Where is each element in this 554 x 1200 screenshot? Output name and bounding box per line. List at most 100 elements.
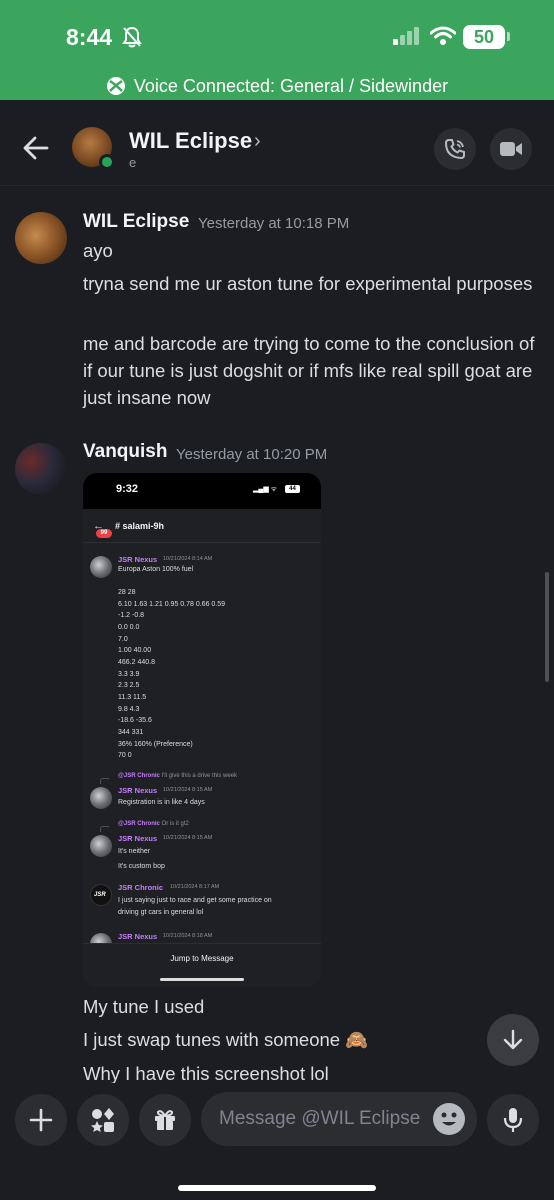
message-composer: Message @WIL Eclipse	[0, 1083, 554, 1200]
reply-text: I'll give this a drive this week	[161, 773, 238, 779]
avatar[interactable]	[15, 443, 67, 495]
attach-button[interactable]	[15, 1094, 67, 1146]
attachment-avatar	[90, 787, 112, 809]
reply-mention: @JSR Chronic	[118, 773, 160, 779]
attachment-reply-preview: @JSR Chronic I'll give this a drive this…	[118, 773, 237, 779]
attachment-signal-icon: ▂▄▆ ᯤ	[253, 486, 278, 493]
tune-line: 11.3 11.5	[118, 694, 147, 701]
smiley-icon	[441, 1112, 457, 1126]
message-text: me and barcode are trying to come to the…	[83, 333, 535, 408]
reply-mention: @JSR Chronic	[118, 821, 160, 827]
tune-line: 344 331	[118, 729, 144, 736]
video-camera-icon	[500, 142, 522, 156]
wifi-icon	[430, 26, 456, 45]
back-arrow-icon[interactable]	[22, 134, 50, 162]
tune-line: 7.0	[118, 636, 128, 643]
attachment-post-text: It's custom bop	[118, 863, 165, 870]
clock: 8:44	[66, 24, 113, 50]
message-text: tryna send me ur aston tune for experime…	[83, 273, 533, 294]
attachment-post-author: JSR Nexus	[118, 786, 158, 795]
attachment-status-bar: 9:32 ▂▄▆ ᯤ 44	[83, 473, 321, 509]
avatar[interactable]	[15, 212, 67, 264]
jump-to-present-button[interactable]	[487, 1014, 539, 1066]
attachment-post-author: JSR Nexus	[118, 932, 158, 941]
reply-text: Or is it gt2	[161, 821, 189, 827]
home-indicator	[178, 1185, 376, 1191]
attachment-clock: 9:32	[116, 483, 139, 495]
tune-line: 9.8 4.3	[118, 706, 140, 713]
cellular-signal-icon	[393, 27, 419, 45]
voice-connected-banner[interactable]: Voice Connected: General / Sidewinder	[0, 76, 554, 97]
voice-message-button[interactable]	[487, 1094, 539, 1146]
video-call-button[interactable]	[490, 128, 532, 170]
reply-connector	[100, 826, 109, 832]
battery-nub	[507, 32, 510, 41]
tune-line: 28 28	[118, 589, 136, 596]
xbox-icon	[106, 76, 125, 95]
attachment-battery: 44	[285, 485, 300, 493]
online-status-dot	[99, 154, 115, 170]
message-text: I just swap tunes with someone 🙈	[83, 1029, 369, 1050]
message-input[interactable]: Message @WIL Eclipse	[201, 1092, 477, 1146]
arrow-down-icon	[503, 1029, 523, 1050]
apps-icon	[91, 1108, 114, 1132]
attachment-post-time: 10/21/2024 8:15 AM	[163, 787, 213, 793]
image-attachment[interactable]: 9:32 ▂▄▆ ᯤ 44 ← 99 # salami-9h JSR Nexus…	[83, 473, 321, 987]
tune-line: 36% 160% (Preference)	[118, 741, 193, 748]
attachment-jump-bar: Jump to Message	[83, 943, 321, 987]
attachment-post-author: JSR Nexus	[118, 834, 158, 843]
bell-slash-icon	[122, 26, 142, 48]
dm-header: WIL Eclipse › e	[0, 100, 554, 186]
scrollbar[interactable]	[545, 572, 549, 682]
attachment-post-author: JSR Chronic	[118, 883, 164, 892]
tune-line: Europa Aston 100% fuel	[118, 566, 194, 573]
attachment-reply-preview: @JSR Chronic Or is it gt2	[118, 821, 189, 827]
attachment-post-time: 10/21/2024 8:17 AM	[170, 884, 220, 890]
custom-status: e	[129, 155, 137, 170]
plus-icon	[29, 1108, 53, 1132]
phone-icon	[444, 139, 465, 160]
message-text: My tune I used	[83, 996, 205, 1017]
gift-button[interactable]	[139, 1094, 191, 1146]
attachment-unread-badge: 99	[96, 529, 112, 538]
emoji-picker-button[interactable]	[433, 1103, 465, 1135]
message-author[interactable]: WIL Eclipse	[83, 211, 189, 233]
attachment-post-time: 10/21/2024 8:18 AM	[163, 933, 213, 939]
message-text: ayo	[83, 240, 113, 261]
dm-recipient-name[interactable]: WIL Eclipse	[129, 128, 252, 154]
attachment-post-time: 10/21/2024 8:14 AM	[163, 556, 213, 562]
message-input-placeholder: Message @WIL Eclipse	[219, 1108, 421, 1129]
attachment-channel-name: # salami-9h	[115, 521, 165, 531]
jump-to-message-label: Jump to Message	[170, 954, 234, 963]
tune-line: -1.2 -0.8	[118, 612, 145, 619]
reply-connector	[100, 778, 109, 784]
battery-indicator: 50	[463, 25, 505, 49]
tune-line: -18.6 -35.6	[118, 717, 152, 724]
chevron-right-icon[interactable]: ›	[254, 130, 261, 153]
message-timestamp: Yesterday at 10:18 PM	[198, 215, 350, 232]
tune-line: 70 0	[118, 752, 132, 759]
tune-line: 6.10 1.63 1.21 0.95 0.78 0.66 0.59	[118, 601, 226, 608]
message-timestamp: Yesterday at 10:20 PM	[176, 446, 328, 463]
attachment-avatar	[90, 884, 112, 906]
attachment-avatar	[90, 835, 112, 857]
microphone-icon	[503, 1108, 523, 1132]
attachment-avatar	[90, 556, 112, 578]
tune-line: 3.3 3.9	[118, 671, 140, 678]
attachment-post-text: Registration is in like 4 days	[118, 799, 205, 806]
attachment-post-text: I just saying just to race and get some …	[118, 897, 272, 916]
attachment-post-time: 10/21/2024 8:15 AM	[163, 835, 213, 841]
attachment-home-indicator	[160, 978, 244, 981]
tune-line: 2.3 2.5	[118, 682, 140, 689]
attachment-channel-header: ← 99 # salami-9h	[83, 509, 321, 543]
voice-connected-text: Voice Connected: General / Sidewinder	[133, 76, 449, 96]
apps-button[interactable]	[77, 1094, 129, 1146]
tune-line: 0.0 0.0	[118, 624, 140, 631]
tune-line: 466.2 440.8	[118, 659, 155, 666]
message-author[interactable]: Vanquish	[83, 441, 167, 463]
attachment-post-text: It's neither	[118, 848, 151, 855]
gift-icon	[155, 1110, 175, 1130]
tune-line: 1.00 40.00	[118, 647, 152, 654]
voice-call-button[interactable]	[434, 128, 476, 170]
attachment-post-author: JSR Nexus	[118, 555, 158, 564]
